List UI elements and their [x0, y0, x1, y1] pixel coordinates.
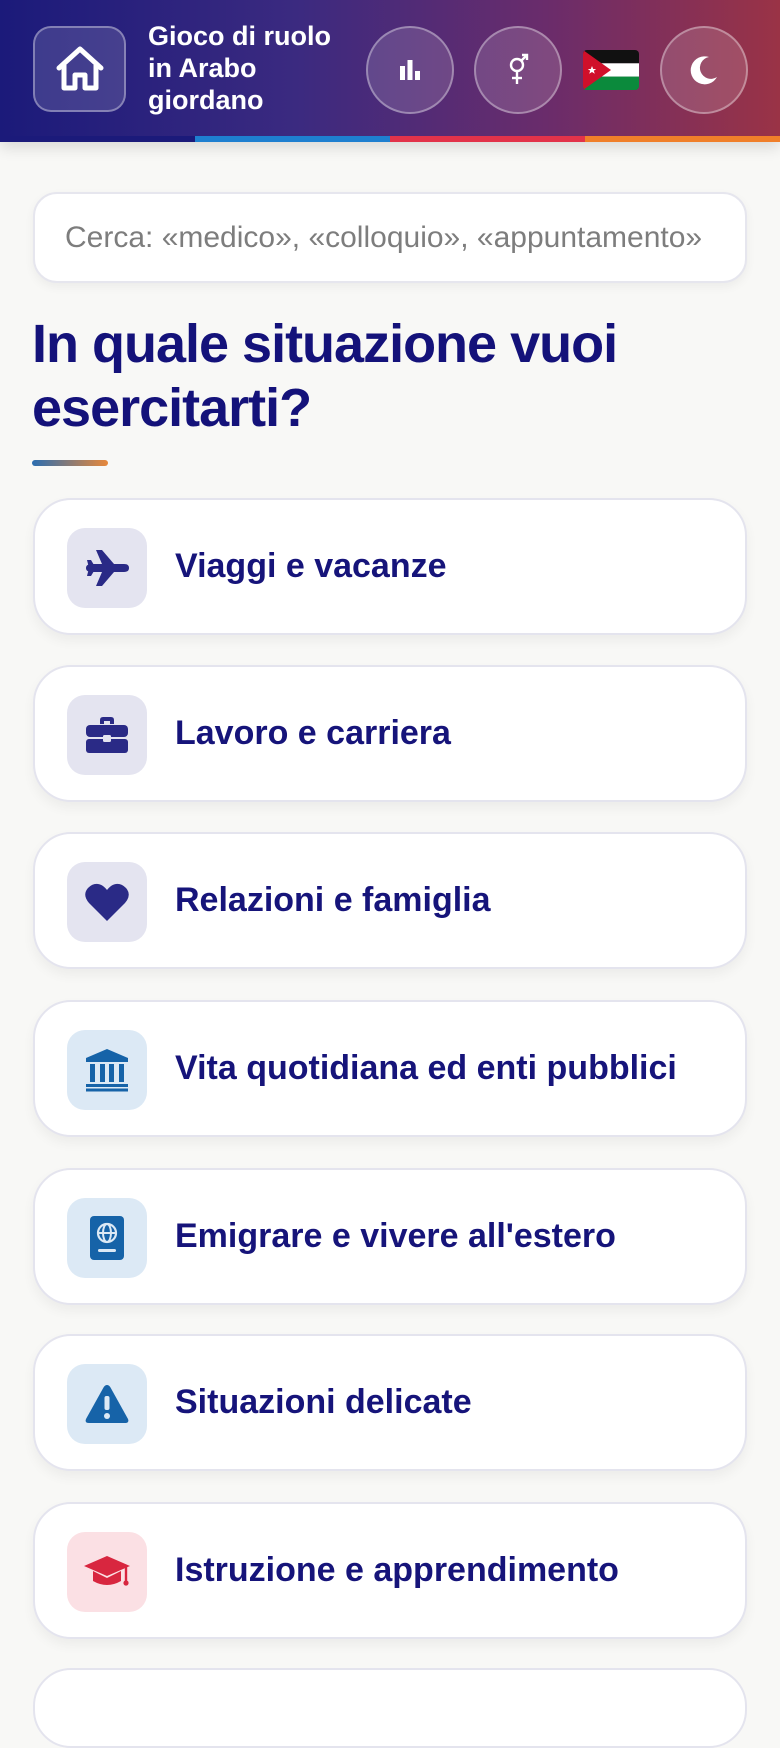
briefcase-icon — [86, 717, 128, 753]
category-label: Relazioni e famiglia — [175, 881, 491, 919]
theme-toggle-button[interactable] — [660, 26, 748, 114]
heart-icon — [85, 883, 129, 921]
category-label: Viaggi e vacanze — [175, 547, 447, 585]
category-icon-box — [67, 862, 147, 942]
stats-button[interactable] — [366, 26, 454, 114]
category-icon-box — [67, 1532, 147, 1612]
page-heading: In quale situazione vuoi esercitarti? — [32, 314, 618, 438]
category-card-delicate[interactable]: Situazioni delicate — [33, 1334, 747, 1471]
search-box — [33, 192, 747, 283]
category-card-relationships[interactable]: Relazioni e famiglia — [33, 832, 747, 969]
bank-icon — [86, 1049, 128, 1092]
category-label: Vita quotidiana ed enti pubblici — [175, 1049, 677, 1087]
category-card-education[interactable]: Istruzione e apprendimento — [33, 1502, 747, 1639]
category-card-travel[interactable]: Viaggi e vacanze — [33, 498, 747, 635]
jordan-flag-icon — [583, 50, 639, 90]
category-label: Situazioni delicate — [175, 1383, 472, 1421]
gender-icon — [509, 53, 529, 84]
gender-button[interactable] — [474, 26, 562, 114]
moon-icon — [690, 56, 717, 85]
home-icon — [56, 46, 103, 91]
heading-underline — [32, 460, 108, 466]
header-stripe — [0, 136, 780, 142]
graduation-cap-icon — [84, 1556, 130, 1586]
home-button[interactable] — [33, 26, 126, 112]
warning-icon — [85, 1385, 129, 1423]
category-card-emigrate[interactable]: Emigrare e vivere all'estero — [33, 1168, 747, 1305]
category-label: Emigrare e vivere all'estero — [175, 1217, 616, 1255]
search-input[interactable] — [65, 194, 715, 281]
app-title: Gioco di ruolo in Arabo giordano — [148, 21, 331, 115]
category-icon-box — [67, 695, 147, 775]
category-icon-box — [67, 1198, 147, 1278]
category-label: Istruzione e apprendimento — [175, 1551, 619, 1589]
app-header: Gioco di ruolo in Arabo giordano — [0, 0, 780, 142]
bar-chart-icon — [400, 60, 420, 80]
category-card-daily-life[interactable]: Vita quotidiana ed enti pubblici — [33, 1000, 747, 1137]
airplane-icon — [86, 550, 129, 586]
category-icon-box — [67, 1030, 147, 1110]
category-icon-box — [67, 1364, 147, 1444]
passport-icon — [90, 1216, 124, 1260]
category-icon-box — [67, 528, 147, 608]
language-flag-button[interactable] — [583, 50, 639, 90]
category-label: Lavoro e carriera — [175, 714, 451, 752]
category-card-partial[interactable] — [33, 1668, 747, 1748]
category-card-work[interactable]: Lavoro e carriera — [33, 665, 747, 802]
